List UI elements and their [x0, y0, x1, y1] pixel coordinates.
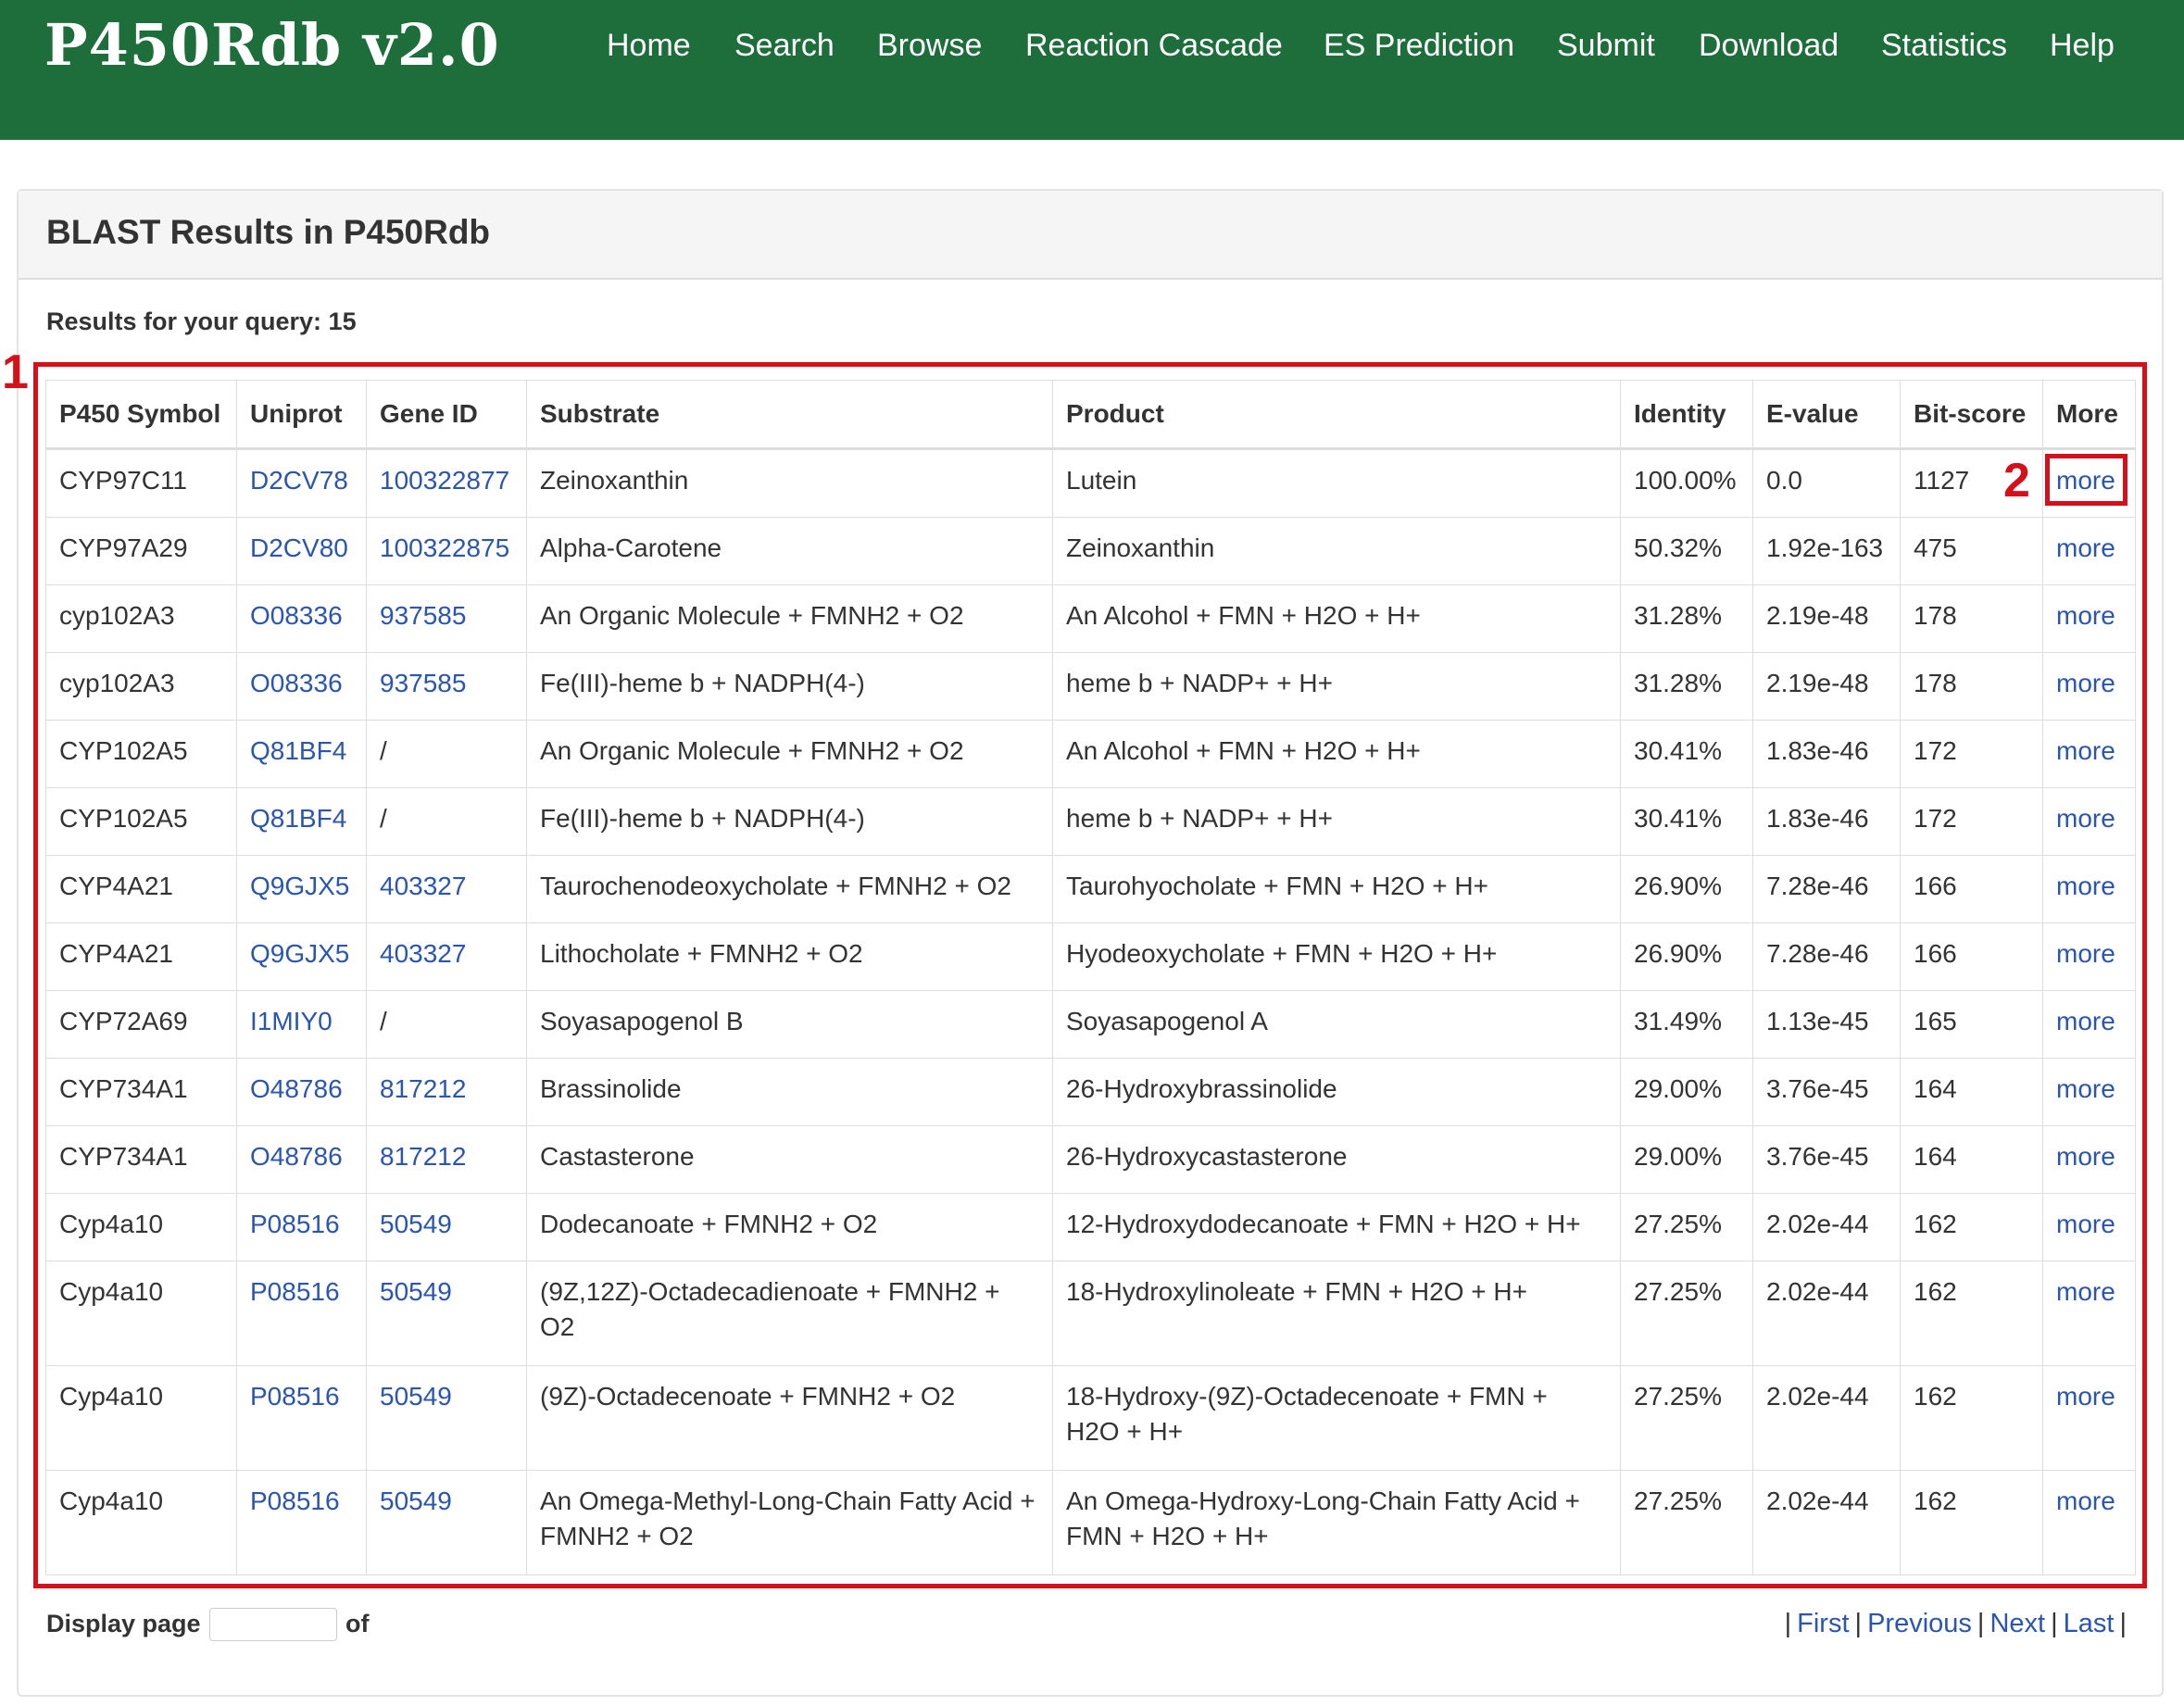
display-page-label: Display page — [46, 1610, 201, 1637]
nav-browse[interactable]: Browse — [877, 28, 982, 64]
pager-separator: | — [1784, 1609, 1792, 1638]
pager-separator: | — [1854, 1609, 1863, 1638]
nav-home[interactable]: Home — [607, 28, 691, 64]
nav-help[interactable]: Help — [2050, 28, 2115, 64]
site-logo[interactable]: P450Rdb v2.0 — [44, 11, 500, 79]
page-of-label: of — [345, 1610, 370, 1637]
next-page-link[interactable]: Next — [1989, 1609, 2045, 1638]
nav-download[interactable]: Download — [1699, 28, 1839, 64]
annotation-box-more — [2045, 454, 2128, 506]
annotation-marker-1: 1 — [2, 345, 29, 399]
first-page-link[interactable]: First — [1797, 1609, 1849, 1638]
pagination-links: | First | Previous | Next | Last | — [1779, 1609, 2132, 1639]
nav-statistics[interactable]: Statistics — [1881, 28, 2007, 64]
navbar: P450Rdb v2.0 Home Search Browse Reaction… — [0, 0, 2184, 140]
nav-submit[interactable]: Submit — [1557, 28, 1655, 64]
pager-separator: | — [2051, 1609, 2058, 1638]
annotation-marker-2: 2 — [2003, 454, 2030, 508]
page-number-input[interactable] — [209, 1608, 337, 1641]
nav-reaction-cascade[interactable]: Reaction Cascade — [1025, 28, 1283, 64]
nav-search[interactable]: Search — [734, 28, 835, 64]
pager-separator: | — [2119, 1609, 2127, 1638]
panel-title: BLAST Results in P450Rdb — [46, 213, 491, 251]
nav-es-prediction[interactable]: ES Prediction — [1324, 28, 1514, 64]
panel-heading: BLAST Results in P450Rdb — [19, 191, 2162, 280]
results-count: Results for your query: 15 — [46, 307, 357, 335]
pager-separator: | — [1977, 1609, 1985, 1638]
last-page-link[interactable]: Last — [2064, 1609, 2115, 1638]
annotation-box-table — [33, 362, 2147, 1588]
previous-page-link[interactable]: Previous — [1867, 1609, 1972, 1638]
